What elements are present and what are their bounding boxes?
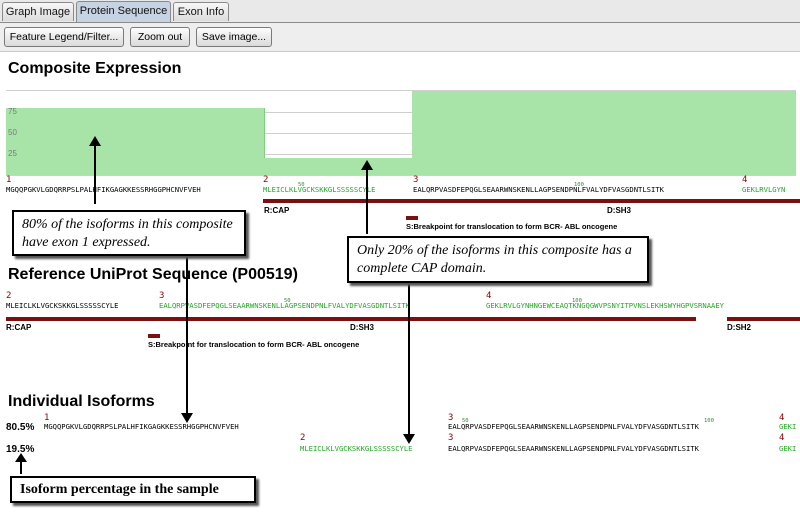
sequence-exon4: GEKLRVLGYN [742, 185, 786, 194]
reference-sequence-exon3: EALQRPVASDFEPQGLSEAARWNSKENLLAGPSENDPNLF… [159, 301, 410, 310]
arrow-head-down-icon [181, 413, 193, 423]
breakpoint-label: S:Breakpoint for translocation to form B… [406, 222, 618, 231]
expression-segment-exon3 [412, 91, 743, 175]
reference-sequence-exon2: MLEICLKLVGCKSKKGLSSSSSCYLE [6, 301, 119, 310]
feature-legend-button[interactable]: Feature Legend/Filter... [4, 27, 124, 47]
reference-sequence-exon4: GEKLRVLGYNHNGEWCEAQTKNGQGWVPSNYITPVNSLEK… [486, 301, 724, 310]
feature-bar-sh3[interactable] [350, 317, 696, 321]
y-tick-label: 75 [8, 107, 17, 116]
callout-arrow [94, 144, 96, 204]
callout-arrow [366, 168, 368, 234]
arrow-head-up-icon [15, 453, 27, 462]
exon-number: 2 [300, 433, 306, 443]
arrow-head-down-icon [403, 434, 415, 444]
breakpoint-marker[interactable] [148, 334, 160, 338]
exon-number: 4 [779, 433, 785, 443]
tab-protein-sequence[interactable]: Protein Sequence [76, 1, 171, 22]
callout-isoform-percentage: Isoform percentage in the sample [10, 476, 256, 503]
composite-title: Composite Expression [8, 60, 182, 77]
isoform-percentage: 80.5% [6, 422, 35, 433]
exon-number: 4 [742, 175, 748, 185]
breakpoint-marker[interactable] [406, 216, 418, 220]
reference-title: Reference UniProt Sequence (P00519) [8, 266, 298, 283]
expression-segment-exon1 [6, 108, 265, 175]
exon-number: 3 [413, 175, 419, 185]
y-tick-label: 25 [8, 149, 17, 158]
isoform-sequence[interactable]: GEKI [779, 444, 800, 453]
isoform-sequence[interactable]: MLEICLKLVGCKSKKGLSSSSSCYLE [300, 444, 448, 453]
feature-label-sh3: D:SH3 [350, 323, 375, 332]
arrow-head-up-icon [89, 136, 101, 146]
y-tick-label: 50 [8, 128, 17, 137]
expression-segment-exon4 [742, 91, 796, 175]
composite-expression-chart: 75 50 25 [6, 90, 796, 176]
sequence-exon2: MLEICLKLVGCKSKKGLSSSSSCYLE [263, 185, 376, 194]
isoform-sequence[interactable]: GEKI [779, 422, 800, 431]
exon-number: 1 [6, 175, 12, 185]
exon-number: 2 [6, 291, 12, 301]
feature-label-cap: R:CAP [264, 206, 290, 215]
exon-number: 4 [486, 291, 492, 301]
feature-bar-sh3[interactable] [607, 199, 800, 203]
breakpoint-label: S:Breakpoint for translocation to form B… [148, 340, 360, 349]
expression-segment-exon2 [264, 158, 413, 175]
zoom-out-button[interactable]: Zoom out [130, 27, 190, 47]
arrow-head-up-icon [361, 160, 373, 170]
tab-exon-info[interactable]: Exon Info [173, 2, 229, 21]
callout-arrow [186, 256, 188, 416]
feature-label-sh3: D:SH3 [607, 206, 632, 215]
tab-graph-image[interactable]: Graph Image [2, 2, 74, 21]
callout-cap-domain: Only 20% of the isoforms in this composi… [347, 236, 649, 283]
exon-number: 3 [448, 433, 454, 443]
sequence-exon3: EALQRPVASDFEPQGLSEAARWNSKENLLAGPSENDPNLF… [413, 185, 664, 194]
callout-arrow [408, 283, 410, 436]
save-image-button[interactable]: Save image... [196, 27, 272, 47]
isoform-sequence[interactable]: EALQRPVASDFEPQGLSEAARWNSKENLLAGPSENDPNLF… [448, 444, 778, 453]
tab-bar: Graph Image Protein Sequence Exon Info [0, 0, 800, 23]
exon-number: 2 [263, 175, 269, 185]
feature-bar-sh2[interactable] [727, 317, 800, 321]
exon-number: 3 [159, 291, 165, 301]
feature-label-cap: R:CAP [6, 323, 32, 332]
feature-label-sh2: D:SH2 [727, 323, 752, 332]
toolbar: Feature Legend/Filter... Zoom out Save i… [0, 23, 800, 52]
sequence-exon1: MGQQPGKVLGDQRRPSLPALHFIKGAGKKESSRHGGPHCN… [6, 185, 201, 194]
callout-exon1-expression: 80% of the isoforms in this composite ha… [12, 210, 246, 256]
isoform-sequence[interactable]: MGQQPGKVLGDQRRPSLPALHFIKGAGKKESSRHGGPHCN… [44, 422, 300, 431]
isoform-sequence[interactable]: EALQRPVASDFEPQGLSEAARWNSKENLLAGPSENDPNLF… [448, 422, 778, 431]
isoforms-title: Individual Isoforms [8, 393, 155, 410]
